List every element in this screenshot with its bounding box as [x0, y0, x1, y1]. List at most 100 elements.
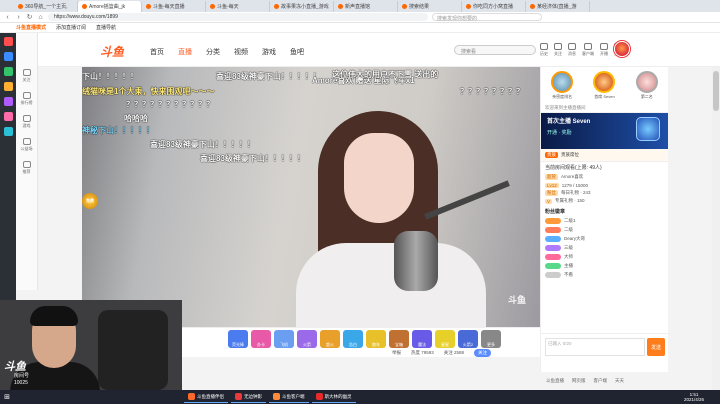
browser-tabbar: 360导航_一个主页, Amore摇篮曲_jk 斗鱼-每天直播 斗鱼-每天 故事果冻小直… [0, 0, 720, 12]
site-search-input[interactable]: 搜索看 [454, 45, 536, 55]
fan-row: 主播 [545, 261, 664, 270]
bottom-link[interactable]: 斗鱼直播 [546, 378, 564, 384]
avatar [635, 71, 658, 93]
browser-tab[interactable]: 斗鱼-每天直播 [142, 1, 206, 12]
nav-item[interactable]: 分类 [206, 47, 220, 57]
sidenav-charity[interactable]: 公益场 [21, 138, 33, 152]
gift-item[interactable]: 更多 [481, 330, 501, 348]
taskbar-item[interactable]: 斯大林的幽灵 [311, 391, 356, 403]
chat-tag: 粉丝 [545, 190, 558, 196]
noble-row[interactable]: 贵族 贵族席位 [541, 149, 668, 161]
nav-item[interactable]: 鱼吧 [290, 47, 304, 57]
star-icon [22, 161, 31, 168]
user-avatar[interactable] [614, 41, 630, 57]
sidenav-game[interactable]: 游戏 [22, 115, 31, 129]
gift-item[interactable]: 飞机 [274, 330, 294, 348]
bookmark-1[interactable]: 斗鱼直播模式 [16, 24, 46, 31]
favicon-icon [210, 4, 215, 9]
browser-tab[interactable]: 360导航_一个主页, [14, 1, 78, 12]
windows-start-icon[interactable]: ⊞ [0, 390, 14, 404]
home-icon[interactable]: ⌂ [37, 14, 44, 21]
gift-item[interactable]: 超火 [320, 330, 340, 348]
rank-item-3[interactable]: 第二名 [635, 71, 658, 100]
fan-row: 二级1 [545, 216, 664, 225]
gift-item[interactable]: 火箭 [297, 330, 317, 348]
browser-tab[interactable]: 斗鱼-每天 [206, 1, 270, 12]
online-count: 当前房间观看(上限: 49人) [545, 165, 602, 171]
browser-search-input[interactable]: 搜索发现你想要的 [432, 13, 542, 22]
nav-item[interactable]: 游戏 [262, 47, 276, 57]
douyu-logo[interactable]: 斗鱼 [100, 43, 124, 60]
taskbar-item[interactable]: 无边钟影 [231, 391, 266, 403]
header-icon-item[interactable]: 历史 [540, 43, 548, 57]
browser-tab[interactable]: 你吃同方小窝直播 [462, 1, 526, 12]
page-scrollbar[interactable] [712, 67, 720, 390]
address-bar: ‹ › ↻ ⌂ https://www.douyu.com/1899 搜索发现你… [0, 12, 720, 23]
bottom-link[interactable]: 网页版 [572, 378, 586, 384]
gift-item[interactable]: 火箭2 [458, 330, 478, 348]
browser-tab[interactable]: 某经济体(直播_游 [526, 1, 590, 12]
gift-item[interactable]: 告白 [343, 330, 363, 348]
bookmark-3[interactable]: 直播导航 [96, 24, 116, 31]
right-panel: 亲密度排名 首席 Seven 第二名 欢迎来到主播直播间 首次主播 Seven … [540, 67, 669, 372]
header-icon-item[interactable]: 关注 [554, 43, 562, 57]
app-icon [235, 393, 242, 400]
app-icon[interactable] [3, 37, 13, 46]
bottom-link[interactable]: 天天 [615, 378, 624, 384]
header-icon-item[interactable]: 开播 [600, 43, 608, 57]
browser-tab[interactable]: 故事果冻小直播_游戏 [270, 1, 334, 12]
nav-item[interactable]: 视频 [234, 47, 248, 57]
forward-icon[interactable]: › [15, 14, 22, 21]
chat-input[interactable]: 已输入 0/20 [545, 338, 645, 356]
cam-hair [30, 306, 78, 326]
taskbar-item[interactable]: 斗鱼直播伴侣 [184, 391, 228, 403]
app-icon[interactable] [3, 112, 13, 121]
header-icon [540, 43, 548, 50]
video-player[interactable]: 免费 斗鱼 下山！！！！！ 喜迎83级神豪下山！！！！！ Amore喜欢 赠送 星际… [82, 67, 540, 327]
danmu-message: 绒猫咪是1个大乘，快来围观吧～～～ [82, 87, 215, 96]
gift-bar: 荧光棒 办卡 飞机 火箭 超火 告白 跑车 宝箱 魔法 星星 火箭2 更多 举报 热度 79593 关… [182, 327, 540, 357]
header-icon [584, 43, 592, 50]
sidenav-rank[interactable]: 排行榜 [21, 92, 33, 106]
gift-item[interactable]: 星星 [435, 330, 455, 348]
follow-button[interactable]: 关注 [474, 349, 492, 357]
anchor-card[interactable]: 首次主播 Seven 开通 · 奖励 [541, 113, 668, 149]
app-icon [315, 393, 323, 400]
gift-item[interactable]: 魔法 [412, 330, 432, 348]
bookmark-2[interactable]: 添加直播订阅 [56, 24, 86, 31]
header-icons: 历史关注消息客户端开播鱼吧 [540, 43, 622, 57]
rank-item-2[interactable]: 首席 Seven [593, 71, 616, 100]
gift-item[interactable]: 跑车 [366, 330, 386, 348]
app-icon[interactable] [3, 52, 13, 61]
app-icon[interactable] [3, 67, 13, 76]
sidenav-follow[interactable]: 关注 [22, 69, 31, 83]
app-icon[interactable] [3, 127, 13, 136]
rank-item-1[interactable]: 亲密度排名 [551, 71, 574, 100]
browser-tab[interactable]: 新声直播馆 [334, 1, 398, 12]
app-icon[interactable] [3, 82, 13, 91]
taskbar-item[interactable]: 斗鱼客户端 [269, 391, 309, 403]
gift-badge[interactable]: 免费 [82, 193, 98, 209]
scrollbar-thumb[interactable] [713, 71, 719, 111]
fan-badge-icon [545, 271, 561, 278]
report-link[interactable]: 举报 [392, 350, 401, 356]
gift-item[interactable]: 宝箱 [389, 330, 409, 348]
browser-tab[interactable]: Amore摇篮曲_jk [78, 1, 142, 12]
app-icon[interactable] [3, 97, 13, 106]
header-icon-item[interactable]: 消息 [568, 43, 576, 57]
gift-item[interactable]: 荧光棒 [228, 330, 248, 348]
sidenav-recommend[interactable]: 推荐 [22, 161, 31, 175]
bottom-link[interactable]: 客户端 [594, 378, 608, 384]
refresh-icon[interactable]: ↻ [26, 13, 33, 21]
webcam-overlay: 斗鱼 房间号 10025 [0, 300, 182, 390]
send-button[interactable]: 发送 [647, 338, 665, 356]
gift-item[interactable]: 办卡 [251, 330, 271, 348]
nav-item[interactable]: 首页 [150, 47, 164, 57]
back-icon[interactable]: ‹ [4, 14, 11, 21]
danmu-message: 喜迎83级神豪下山！！！！！ [200, 154, 305, 163]
nav-item[interactable]: 直播 [178, 47, 192, 57]
header-icon-item[interactable]: 客户端 [582, 43, 594, 57]
browser-tab[interactable]: 搜索结果 [398, 1, 462, 12]
url-field[interactable]: https://www.douyu.com/1899 [48, 13, 428, 21]
chat-input-area: 已输入 0/20 发送 [541, 333, 669, 361]
